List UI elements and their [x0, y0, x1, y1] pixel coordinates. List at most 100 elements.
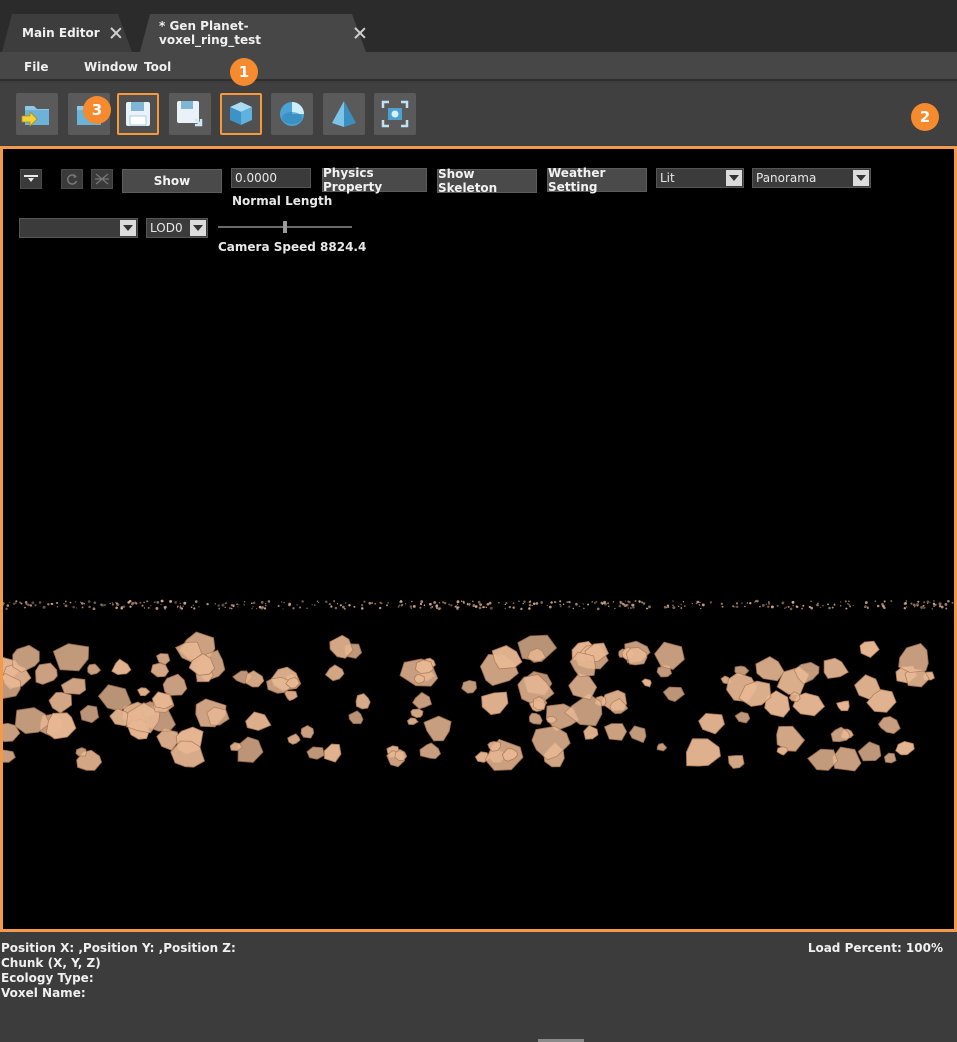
dust-particle — [282, 608, 284, 610]
dust-particle — [251, 607, 253, 610]
dust-particle — [624, 600, 627, 602]
dust-particle — [261, 606, 265, 609]
view-mode-select[interactable]: Panorama — [752, 168, 871, 188]
dust-particle — [5, 607, 8, 610]
asteroid-rock — [136, 687, 151, 697]
dust-particle — [156, 601, 160, 604]
layer-select[interactable] — [19, 218, 138, 238]
asteroid-rock — [415, 659, 434, 674]
dust-particle — [353, 605, 356, 608]
dust-particle — [849, 605, 852, 608]
cube-button[interactable] — [220, 93, 262, 135]
asteroid-rock — [45, 712, 77, 740]
dust-particle — [150, 605, 152, 607]
camera-speed-slider-handle[interactable] — [283, 221, 287, 233]
dust-particle — [314, 604, 316, 606]
sphere-button[interactable] — [271, 93, 313, 135]
position-readout: Position X: ,Position Y: ,Position Z: — [1, 941, 236, 955]
dust-particle — [179, 605, 182, 608]
show-skeleton-button[interactable]: Show Skeleton — [437, 167, 537, 195]
dust-particle — [528, 607, 531, 610]
dust-particle — [42, 605, 46, 609]
weather-setting-button[interactable]: Weather Setting — [547, 166, 647, 194]
dust-particle — [583, 607, 585, 610]
physics-property-button[interactable]: Physics Property — [322, 166, 427, 194]
dust-particle — [371, 602, 373, 604]
dust-particle — [792, 605, 794, 607]
dust-particle — [218, 607, 221, 610]
dust-particle — [438, 602, 441, 604]
normal-length-input[interactable]: 0.0000 — [231, 168, 311, 188]
show-button[interactable]: Show — [122, 169, 222, 193]
dust-particle — [817, 602, 819, 604]
tab-main-editor[interactable]: Main Editor — [2, 14, 132, 52]
dust-particle — [746, 602, 749, 604]
dust-particle — [587, 603, 590, 606]
asteroid-rock — [895, 740, 915, 756]
dust-particle — [562, 603, 565, 606]
dust-particle — [596, 607, 600, 611]
lod-select[interactable]: LOD0 — [146, 218, 208, 238]
close-icon[interactable] — [354, 27, 366, 39]
dust-particle — [578, 605, 581, 607]
import-button[interactable] — [16, 93, 58, 135]
asteroid-rock — [568, 673, 598, 701]
filter-icon-button[interactable] — [20, 169, 42, 189]
dust-particle — [700, 607, 702, 610]
asteroid-rock — [727, 755, 745, 769]
chevron-down-icon — [190, 220, 206, 236]
dust-particle — [143, 607, 146, 609]
dust-particle — [93, 601, 97, 605]
capture-button[interactable] — [374, 93, 416, 135]
dust-particle — [756, 599, 759, 603]
dust-particle — [933, 600, 935, 602]
dust-particle — [252, 601, 256, 605]
dust-particle — [237, 606, 239, 608]
dust-particle — [646, 607, 649, 610]
dust-particle — [176, 606, 179, 608]
save-as-button[interactable] — [169, 93, 211, 135]
dust-particle — [910, 602, 913, 605]
dust-particle — [619, 600, 622, 603]
dust-particle — [802, 604, 805, 607]
dust-particle — [568, 600, 571, 604]
dust-particle — [672, 600, 674, 602]
dust-particle — [9, 601, 11, 604]
lod-value: LOD0 — [150, 221, 183, 235]
dust-particle — [559, 603, 561, 606]
dust-particle — [498, 602, 500, 604]
dust-particle — [429, 606, 432, 609]
dust-particle — [139, 601, 142, 604]
dust-particle — [749, 602, 752, 605]
dust-particle — [401, 603, 404, 606]
save-button[interactable] — [117, 93, 159, 135]
asteroid-ring-render — [3, 599, 954, 772]
dust-particle — [831, 606, 834, 609]
dust-particle — [852, 604, 854, 607]
dust-particle — [115, 606, 118, 610]
shading-mode-select[interactable]: Lit — [656, 168, 744, 188]
dust-particle — [20, 602, 23, 605]
asteroid-rock — [412, 691, 432, 710]
menu-tool[interactable]: Tool — [144, 60, 171, 74]
dust-particle — [111, 603, 114, 606]
dust-particle — [143, 601, 146, 604]
asteroid-rock — [287, 733, 301, 745]
dust-particle — [267, 600, 271, 603]
asteroid-rock — [79, 704, 100, 724]
pyramid-button[interactable] — [323, 93, 365, 135]
menu-file[interactable]: File — [24, 60, 49, 74]
dust-particle — [678, 605, 680, 608]
dust-particle — [951, 601, 954, 604]
dust-particle — [63, 602, 65, 605]
scene-viewport[interactable]: Show 0.0000 Normal Length Physics Proper… — [0, 146, 957, 932]
transform-icon-button[interactable] — [91, 169, 113, 189]
dust-particle — [243, 601, 246, 603]
dust-particle — [822, 604, 824, 607]
dust-particle — [923, 601, 926, 604]
close-icon[interactable] — [110, 27, 122, 39]
refresh-icon-button[interactable] — [61, 169, 83, 189]
tab-gen-planet[interactable]: * Gen Planet-voxel_ring_test — [140, 14, 366, 52]
menu-window[interactable]: Window — [84, 60, 138, 74]
dust-particle — [230, 607, 233, 610]
